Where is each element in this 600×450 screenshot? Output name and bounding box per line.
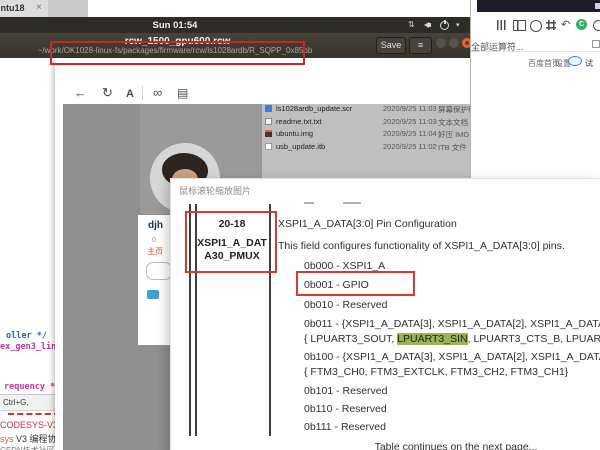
annotation-box-path — [50, 41, 305, 65]
new-tab-icon[interactable] — [595, 3, 600, 9]
file-name: readme.txt.txt — [276, 117, 321, 126]
browser-tab-bar — [477, 0, 600, 12]
annotation-box-gpio — [296, 271, 415, 296]
gnome-top-bar: Sun 01:54 ⇅ ▾ — [0, 17, 470, 33]
profile-count: 0 — [152, 237, 156, 244]
window-button[interactable] — [449, 38, 459, 48]
lpuart-post: , LPUART3_CTS_B, LPUART3 — [468, 333, 600, 345]
annotation-box-field — [185, 211, 277, 273]
file-type: 文本文档 — [438, 117, 468, 128]
profile-follow-button[interactable] — [146, 262, 172, 280]
chevron-down-icon[interactable]: ▾ — [456, 21, 460, 29]
colorzilla-icon[interactable]: C — [576, 19, 587, 30]
option-0b100-line1: 0b100 - {XSPI1_A_DATA[3], XSPI1_A_DATA[2… — [304, 351, 600, 363]
red-underline — [8, 413, 60, 415]
front-browser-window: ↶ C 全部运算符... 百度首页 设置 试 — [470, 0, 600, 178]
file-date: 2020/9/25 11:03 — [383, 117, 437, 126]
file-row[interactable]: usb_update.itb 2020/9/25 11:02 ITB 文件 — [265, 141, 473, 153]
find-bar[interactable]: Ctrl+G, — [0, 394, 62, 411]
page-tail-text: 试 — [585, 58, 593, 69]
power-icon[interactable] — [440, 21, 449, 30]
option-0b101: 0b101 - Reserved — [304, 385, 387, 397]
file-date: 2020/9/25 11:04 — [383, 129, 437, 138]
file-icon — [265, 143, 272, 150]
refresh-icon[interactable]: ↻ — [102, 87, 113, 99]
search-term-highlight: sys — [0, 434, 14, 444]
search-result-source: CSDN技术社区 — [0, 445, 55, 450]
option-0b010: 0b010 - Reserved — [304, 299, 387, 311]
clock[interactable]: Sun 01:54 — [145, 20, 205, 31]
toolbar-divider — [142, 86, 143, 100]
link-icon[interactable]: ∞ — [153, 87, 162, 99]
font-size-icon[interactable]: A — [126, 88, 134, 100]
code-line: requency */ — [4, 382, 60, 392]
lpuart-sin-highlight: LPUART3_SIN — [397, 333, 467, 345]
message-icon[interactable] — [147, 290, 159, 299]
undo-icon[interactable]: ↶ — [561, 19, 570, 31]
screen: oller */ ex_gen3_link_ requency */ Ctrl+… — [0, 0, 600, 450]
image-remnant — [304, 202, 314, 204]
close-icon — [465, 41, 469, 45]
table-footer-note: Table continues on the next page... — [306, 441, 600, 450]
file-icon — [265, 105, 272, 112]
save-button[interactable]: Save — [376, 37, 406, 54]
tab-close-icon[interactable]: × — [36, 2, 42, 13]
account-icon[interactable] — [530, 20, 542, 32]
shortcut-label: Ctrl+G, — [3, 398, 29, 407]
file-icon — [265, 118, 272, 125]
toolbar-divider — [471, 51, 600, 52]
speaker-cone — [424, 22, 429, 28]
network-icon[interactable]: ⇅ — [408, 20, 415, 29]
file-name: ubuntu.img — [276, 129, 313, 138]
option-0b011-line1: 0b011 - {XSPI1_A_DATA[3], XSPI1_A_DATA[2… — [304, 318, 600, 330]
dialog-header-hint: 鼠标滚轮缩放图片 — [179, 184, 251, 197]
lpuart-pre: { LPUART3_SOUT, — [304, 333, 397, 345]
option-0b011-line2: { LPUART3_SOUT, LPUART3_SIN, LPUART3_CTS… — [304, 333, 600, 345]
zoom-icon[interactable] — [593, 20, 600, 31]
left-background-window: oller */ ex_gen3_link_ requency */ Ctrl+… — [0, 58, 62, 450]
file-row[interactable]: ubuntu.img 2020/9/25 11:04 好压 IMG 压缩文件 — [265, 128, 473, 140]
image-zoom-dialog[interactable]: 鼠标滚轮缩放图片 20-18 XSPI1_A_DAT A30_PMUX XSPI… — [170, 178, 600, 450]
library-icon[interactable] — [497, 20, 506, 30]
file-row[interactable]: readme.txt.txt 2020/9/25 11:03 文本文档 — [265, 116, 473, 128]
image-remnant — [343, 202, 361, 204]
option-0b110: 0b110 - Reserved — [304, 403, 387, 415]
remote-tab-strip: ubuntu18 × — [0, 0, 88, 17]
file-row[interactable]: ls1028ardb_update.scr 2020/9/25 11:03 屏幕… — [265, 103, 473, 115]
code-line: oller */ — [6, 331, 47, 341]
screenshot-icon[interactable] — [546, 20, 556, 30]
reader-card-icon[interactable]: ▤ — [177, 87, 188, 99]
file-type: ITB 文件 — [438, 142, 467, 153]
pin-config-desc: This field configures functionality of X… — [278, 240, 565, 252]
file-date: 2020/9/25 11:02 — [383, 142, 437, 151]
option-0b111: 0b111 - Reserved — [304, 421, 386, 433]
file-date: 2020/9/25 11:03 — [383, 104, 437, 113]
page-badge — [568, 56, 582, 66]
profile-username[interactable]: djh — [148, 220, 163, 231]
profile-home-link[interactable]: 主页 — [147, 246, 163, 257]
pin-config-title: XSPI1_A_DATA[3:0] Pin Configuration — [278, 218, 457, 230]
menu-button[interactable]: ≡ — [409, 37, 432, 54]
file-name: usb_update.itb — [276, 142, 325, 151]
back-icon[interactable]: ← — [74, 87, 87, 99]
file-name: ls1028ardb_update.scr — [276, 104, 352, 113]
bookmark-folder-icon[interactable] — [592, 40, 600, 48]
file-icon — [265, 130, 272, 137]
option-0b100-line2: { FTM3_CH0, FTM3_EXTCLK, FTM3_CH2, FTM3_… — [304, 366, 568, 378]
sidebar-icon[interactable] — [513, 20, 526, 31]
window-button[interactable] — [436, 38, 446, 48]
